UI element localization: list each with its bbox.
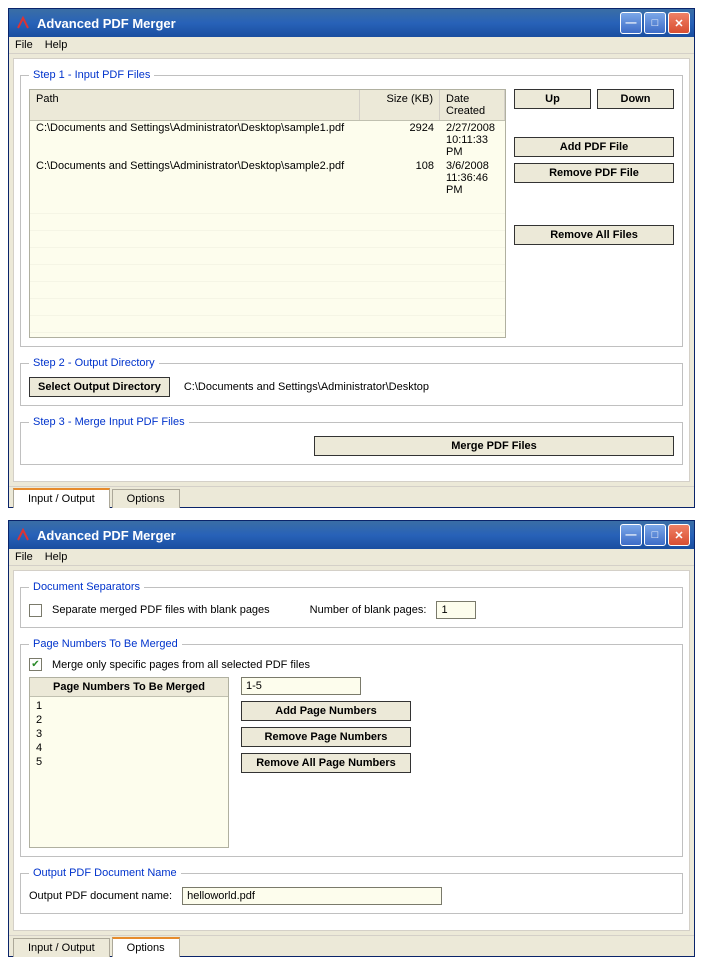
merge-specific-checkbox[interactable]: ✔ (29, 658, 42, 671)
output-name-input[interactable] (182, 887, 442, 905)
app-icon (15, 527, 31, 543)
remove-pdf-button[interactable]: Remove PDF File (514, 163, 674, 183)
select-output-dir-button[interactable]: Select Output Directory (29, 377, 170, 397)
step1-legend: Step 1 - Input PDF Files (29, 69, 154, 81)
step3-legend: Step 3 - Merge Input PDF Files (29, 416, 189, 428)
table-row[interactable]: C:\Documents and Settings\Administrator\… (30, 159, 505, 197)
num-pages-input[interactable] (436, 601, 476, 619)
window-title: Advanced PDF Merger (37, 528, 620, 543)
window-options: Advanced PDF Merger — □ ✕ File Help Docu… (8, 520, 695, 957)
menubar: File Help (9, 549, 694, 566)
menubar: File Help (9, 37, 694, 54)
window-input-output: Advanced PDF Merger — □ ✕ File Help Step… (8, 8, 695, 508)
remove-all-button[interactable]: Remove All Files (514, 225, 674, 245)
window-title: Advanced PDF Merger (37, 16, 620, 31)
menu-file[interactable]: File (15, 551, 33, 563)
page-numbers-list[interactable]: Page Numbers To Be Merged 1 2 3 4 5 (29, 677, 229, 848)
output-name-group: Output PDF Document Name Output PDF docu… (20, 867, 683, 914)
col-header-path[interactable]: Path (30, 90, 360, 120)
up-button[interactable]: Up (514, 89, 591, 109)
maximize-button[interactable]: □ (644, 12, 666, 34)
page-numbers-group: Page Numbers To Be Merged ✔ Merge only s… (20, 638, 683, 857)
menu-help[interactable]: Help (45, 551, 68, 563)
list-item[interactable]: 1 (36, 699, 222, 713)
add-pdf-button[interactable]: Add PDF File (514, 137, 674, 157)
output-name-legend: Output PDF Document Name (29, 867, 181, 879)
output-name-label: Output PDF document name: (29, 890, 172, 902)
page-numbers-list-header: Page Numbers To Be Merged (30, 678, 228, 697)
close-button[interactable]: ✕ (668, 524, 690, 546)
tab-input-output[interactable]: Input / Output (13, 938, 110, 957)
file-table[interactable]: Path Size (KB) Date Created C:\Documents… (29, 89, 506, 338)
separators-legend: Document Separators (29, 581, 144, 593)
maximize-button[interactable]: □ (644, 524, 666, 546)
remove-all-page-numbers-button[interactable]: Remove All Page Numbers (241, 753, 411, 773)
separate-checkbox[interactable] (29, 604, 42, 617)
list-item[interactable]: 2 (36, 713, 222, 727)
output-dir-path: C:\Documents and Settings\Administrator\… (184, 381, 429, 393)
list-item[interactable]: 5 (36, 755, 222, 769)
num-pages-label: Number of blank pages: (310, 604, 427, 616)
titlebar[interactable]: Advanced PDF Merger — □ ✕ (9, 521, 694, 549)
page-numbers-legend: Page Numbers To Be Merged (29, 638, 182, 650)
remove-page-numbers-button[interactable]: Remove Page Numbers (241, 727, 411, 747)
minimize-button[interactable]: — (620, 12, 642, 34)
tabstrip: Input / Output Options (9, 486, 694, 507)
tabstrip: Input / Output Options (9, 935, 694, 956)
menu-file[interactable]: File (15, 39, 33, 51)
menu-help[interactable]: Help (45, 39, 68, 51)
down-button[interactable]: Down (597, 89, 674, 109)
step3-group: Step 3 - Merge Input PDF Files Merge PDF… (20, 416, 683, 465)
merge-pdf-button[interactable]: Merge PDF Files (314, 436, 674, 456)
step2-legend: Step 2 - Output Directory (29, 357, 159, 369)
table-empty-area (30, 197, 505, 337)
tab-options[interactable]: Options (112, 489, 180, 508)
app-icon (15, 15, 31, 31)
close-button[interactable]: ✕ (668, 12, 690, 34)
tab-options[interactable]: Options (112, 937, 180, 957)
titlebar[interactable]: Advanced PDF Merger — □ ✕ (9, 9, 694, 37)
col-header-date[interactable]: Date Created (440, 90, 505, 120)
separators-group: Document Separators Separate merged PDF … (20, 581, 683, 628)
separate-label: Separate merged PDF files with blank pag… (52, 604, 270, 616)
step1-group: Step 1 - Input PDF Files Path Size (KB) … (20, 69, 683, 347)
list-item[interactable]: 3 (36, 727, 222, 741)
list-item[interactable]: 4 (36, 741, 222, 755)
add-page-numbers-button[interactable]: Add Page Numbers (241, 701, 411, 721)
step2-group: Step 2 - Output Directory Select Output … (20, 357, 683, 406)
col-header-size[interactable]: Size (KB) (360, 90, 440, 120)
merge-specific-label: Merge only specific pages from all selec… (52, 659, 310, 671)
minimize-button[interactable]: — (620, 524, 642, 546)
table-row[interactable]: C:\Documents and Settings\Administrator\… (30, 121, 505, 159)
page-range-input[interactable] (241, 677, 361, 695)
tab-input-output[interactable]: Input / Output (13, 488, 110, 508)
